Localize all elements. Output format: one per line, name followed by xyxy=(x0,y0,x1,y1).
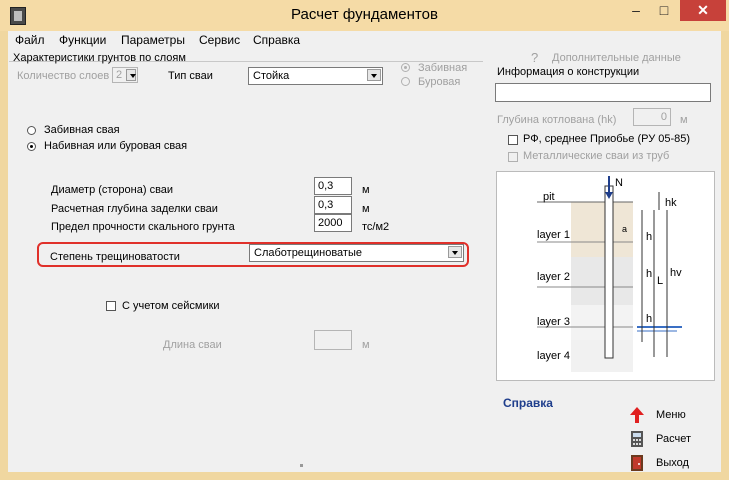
diagram-layer1-label: layer 1 xyxy=(537,229,570,241)
up-arrow-icon xyxy=(630,407,644,423)
strength-input[interactable]: 2000 xyxy=(314,214,352,232)
help-link[interactable]: Справка xyxy=(503,396,553,410)
pit-depth-label: Глубина котлована (hk) xyxy=(497,114,617,126)
diagram-h1-label: h xyxy=(646,231,652,243)
rf-checkbox[interactable] xyxy=(508,135,518,145)
calculator-icon xyxy=(630,431,644,447)
diagram-layer4-label: layer 4 xyxy=(537,350,570,362)
pile-length-label: Длина сваи xyxy=(163,339,222,351)
depth-label: Расчетная глубина заделки сваи xyxy=(51,203,218,215)
diameter-label: Диаметр (сторона) сваи xyxy=(51,184,174,196)
minimize-button[interactable]: – xyxy=(622,0,650,21)
fracture-select[interactable]: Слаботрещиноватые xyxy=(249,244,464,262)
diagram-l-label: L xyxy=(657,275,663,287)
radio-driven-disabled[interactable] xyxy=(401,63,410,72)
strength-label: Предел прочности скального грунта xyxy=(51,221,235,233)
structure-info-input[interactable] xyxy=(495,83,711,102)
radio-driven-pile[interactable] xyxy=(27,126,36,135)
diameter-unit: м xyxy=(362,184,370,196)
question-icon: ? xyxy=(531,50,539,65)
menu-help[interactable]: Справка xyxy=(253,33,300,47)
radio-bored-pile[interactable] xyxy=(27,142,36,151)
layers-count-select[interactable]: 2 xyxy=(112,67,138,83)
pile-diagram: N a pit layer 1 layer 2 layer 3 layer 4 … xyxy=(496,171,715,381)
menu-functions[interactable]: Функции xyxy=(59,33,106,47)
chevron-down-icon xyxy=(448,246,462,258)
pile-shape xyxy=(604,185,614,359)
chevron-down-icon xyxy=(126,69,136,81)
resize-grip xyxy=(300,464,303,467)
fracture-value: Слаботрещиноватые xyxy=(254,247,362,259)
diagram-a-label: a xyxy=(622,224,627,234)
chevron-down-icon xyxy=(367,69,381,81)
calc-side-label: Расчет xyxy=(656,433,691,445)
rf-label: РФ, среднее Приобье (РУ 05-85) xyxy=(523,133,691,145)
strength-unit: тс/м2 xyxy=(362,221,390,233)
driven-pile-label: Забивная свая xyxy=(44,124,120,136)
metal-piles-checkbox[interactable] xyxy=(508,152,518,162)
diagram-layer3-label: layer 3 xyxy=(537,316,570,328)
exit-door-icon xyxy=(630,455,644,471)
diagram-hv-label: hv xyxy=(670,267,682,279)
menu-service[interactable]: Сервис xyxy=(199,33,240,47)
diameter-input[interactable]: 0,3 xyxy=(314,177,352,195)
metal-piles-label: Металлические сваи из труб xyxy=(523,150,670,162)
pit-depth-unit: м xyxy=(680,114,688,126)
pile-length-input[interactable] xyxy=(314,330,352,350)
diagram-layer2-label: layer 2 xyxy=(537,271,570,283)
layers-count-value: 2 xyxy=(116,69,123,81)
depth-unit: м xyxy=(362,203,370,215)
pile-diagram-svg: N a pit layer 1 layer 2 layer 3 layer 4 … xyxy=(537,176,682,372)
exit-side-label: Выход xyxy=(656,457,689,469)
pile-type-select[interactable]: Стойка xyxy=(248,67,383,85)
seismic-label: С учетом сейсмики xyxy=(122,300,220,312)
menu-side-label: Меню xyxy=(656,409,686,421)
diagram-pit-label: pit xyxy=(543,191,555,203)
structure-info-label: Информация о конструкции xyxy=(497,66,640,78)
title-bar: Расчет фундаментов – □ ✕ xyxy=(0,0,729,31)
menu-file[interactable]: Файл xyxy=(15,33,45,47)
diagram-hk-label: hk xyxy=(665,197,677,209)
menu-parameters[interactable]: Параметры xyxy=(121,33,185,47)
depth-input[interactable]: 0,3 xyxy=(314,196,352,214)
radio-bored-label: Буровая xyxy=(418,76,461,88)
additional-data-label: Дополнительные данные xyxy=(552,52,681,64)
fracture-label: Степень трещиноватости xyxy=(50,251,180,263)
close-button[interactable]: ✕ xyxy=(680,0,726,21)
maximize-button[interactable]: □ xyxy=(650,0,678,21)
radio-driven-label: Забивная xyxy=(418,62,468,74)
diagram-h2-label: h xyxy=(646,268,652,280)
radio-bored-disabled[interactable] xyxy=(401,77,410,86)
seismic-checkbox[interactable] xyxy=(106,301,116,311)
soil-band-3 xyxy=(571,305,633,340)
window-title: Расчет фундаментов xyxy=(291,6,438,23)
layers-count-label: Количество слоев xyxy=(17,70,110,82)
soil-group-title: Характеристики грунтов по слоям xyxy=(13,52,186,64)
bored-pile-label: Набивная или буровая свая xyxy=(44,140,188,152)
pile-length-unit: м xyxy=(362,339,370,351)
diagram-n-label: N xyxy=(615,177,623,189)
soil-band-2 xyxy=(571,257,633,305)
pit-depth-input[interactable]: 0 xyxy=(633,108,671,126)
menu-bar: Файл Функции Параметры Сервис Справка xyxy=(8,31,721,49)
pile-type-value: Стойка xyxy=(253,70,290,82)
diagram-h3-label: h xyxy=(646,313,652,325)
pile-type-label: Тип сваи xyxy=(168,70,213,82)
